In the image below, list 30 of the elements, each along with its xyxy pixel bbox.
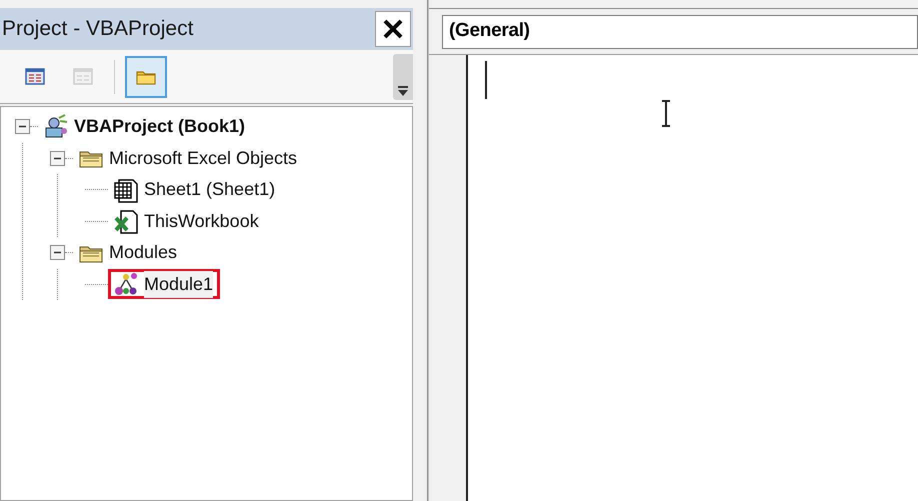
i-beam-cursor-icon — [661, 100, 671, 127]
panel-title: Project - VBAProject — [2, 16, 194, 42]
text-cursor — [485, 61, 487, 99]
dropdown-arrow-icon — [397, 85, 409, 97]
module-icon — [113, 271, 139, 298]
project-icon — [43, 114, 69, 140]
collapse-icon[interactable] — [15, 119, 30, 134]
tree-item-label: Module1 — [144, 270, 214, 298]
workbook-icon — [113, 208, 139, 234]
toolbar-button[interactable] — [125, 56, 167, 98]
form-icon — [72, 66, 94, 88]
close-icon — [381, 17, 405, 41]
tree-item[interactable]: Module1 — [108, 269, 220, 300]
toolbar-overflow-button[interactable] — [393, 54, 413, 100]
spreadsheet-icon — [113, 176, 139, 203]
tree-item[interactable]: Sheet1 (Sheet1) — [108, 174, 282, 205]
tree-item[interactable]: Modules — [73, 238, 184, 268]
view-code-icon — [24, 66, 46, 88]
object-dropdown[interactable]: (General) — [442, 14, 918, 48]
collapse-icon[interactable] — [50, 245, 65, 260]
collapse-icon[interactable] — [50, 150, 65, 166]
tree-item[interactable]: Microsoft Excel Objects — [73, 143, 304, 174]
tree-item[interactable]: ThisWorkbook — [108, 206, 266, 236]
tree-item-label: VBAProject (Book1) — [74, 115, 246, 138]
close-button[interactable] — [375, 11, 411, 47]
tree-item-label: Microsoft Excel Objects — [109, 146, 298, 170]
tree-item-label: Modules — [109, 241, 178, 264]
tree-item[interactable]: VBAProject (Book1) — [38, 112, 252, 142]
tree-item-label: ThisWorkbook — [144, 210, 259, 233]
tree-item-label: Sheet1 (Sheet1) — [144, 178, 276, 202]
